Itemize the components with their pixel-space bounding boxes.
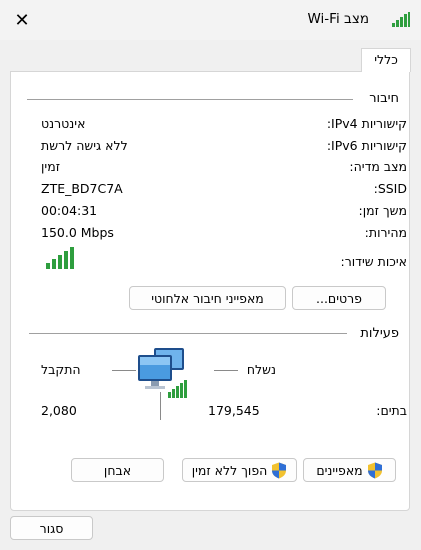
details-button-label: פרטים...: [316, 290, 362, 306]
close-window-button[interactable]: ✕: [10, 8, 34, 32]
signal-bar: [70, 247, 74, 269]
signal-quality-label: איכות שידור:: [340, 254, 407, 269]
tab-general-label: כללי: [374, 52, 398, 67]
close-icon: ✕: [14, 9, 30, 31]
close-button[interactable]: סגור: [10, 516, 93, 540]
duration-value: 00:04:31: [41, 203, 98, 218]
disable-button-label: הפוך ללא זמין: [191, 462, 268, 478]
sent-label: נשלח: [246, 362, 276, 377]
tab-general[interactable]: כללי: [361, 48, 411, 72]
ipv6-label: קישוריות IPv6:: [326, 138, 407, 153]
uac-shield-icon: [272, 462, 287, 478]
properties-button-label: מאפיינים: [316, 462, 363, 478]
duration-label: משך זמן:: [358, 203, 407, 218]
bytes-label: בתים:: [376, 403, 407, 418]
received-label: התקבל: [41, 362, 81, 377]
wifi-signal-icon: [392, 12, 410, 27]
wireless-properties-label: מאפייני חיבור אלחוטי: [151, 290, 264, 306]
bytes-received-value: 2,080: [41, 403, 77, 418]
activity-section-title: פעילות: [360, 326, 399, 341]
details-button[interactable]: פרטים...: [292, 286, 386, 310]
diagnose-button-label: אבחן: [103, 462, 132, 478]
disable-button[interactable]: הפוך ללא זמין: [182, 458, 297, 482]
speed-label: מהירות:: [364, 225, 407, 240]
media-state-label: מצב מדיה:: [349, 159, 407, 174]
bytes-sent-value: 179,545: [208, 403, 260, 418]
activity-divider: [29, 333, 347, 334]
connection-divider: [27, 99, 353, 100]
ipv4-value: אינטרנט: [41, 116, 86, 131]
ipv4-label: קישוריות IPv4:: [326, 116, 407, 131]
ssid-label: SSID:: [373, 181, 407, 196]
network-computers-icon: [138, 348, 187, 398]
connection-section-title: חיבור: [369, 91, 399, 106]
received-connector: [112, 370, 136, 371]
signal-bar: [64, 251, 68, 269]
signal-bar: [46, 263, 50, 269]
media-state-value: זמין: [41, 159, 61, 174]
wireless-properties-button[interactable]: מאפייני חיבור אלחוטי: [129, 286, 286, 310]
properties-button[interactable]: מאפיינים: [303, 458, 396, 482]
close-button-label: סגור: [39, 520, 64, 536]
diagnose-button[interactable]: אבחן: [71, 458, 164, 482]
signal-bar: [58, 255, 62, 269]
ipv6-value: ללא גישה לרשת: [41, 138, 128, 153]
speed-value: 150.0 Mbps: [41, 225, 114, 240]
sent-connector: [214, 370, 238, 371]
uac-shield-icon: [367, 462, 382, 478]
signal-quality-bars: [46, 247, 74, 269]
ssid-value: ZTE_BD7C7A: [41, 181, 123, 196]
signal-bar: [52, 259, 56, 269]
window-title: מצב Wi-Fi: [307, 11, 370, 27]
